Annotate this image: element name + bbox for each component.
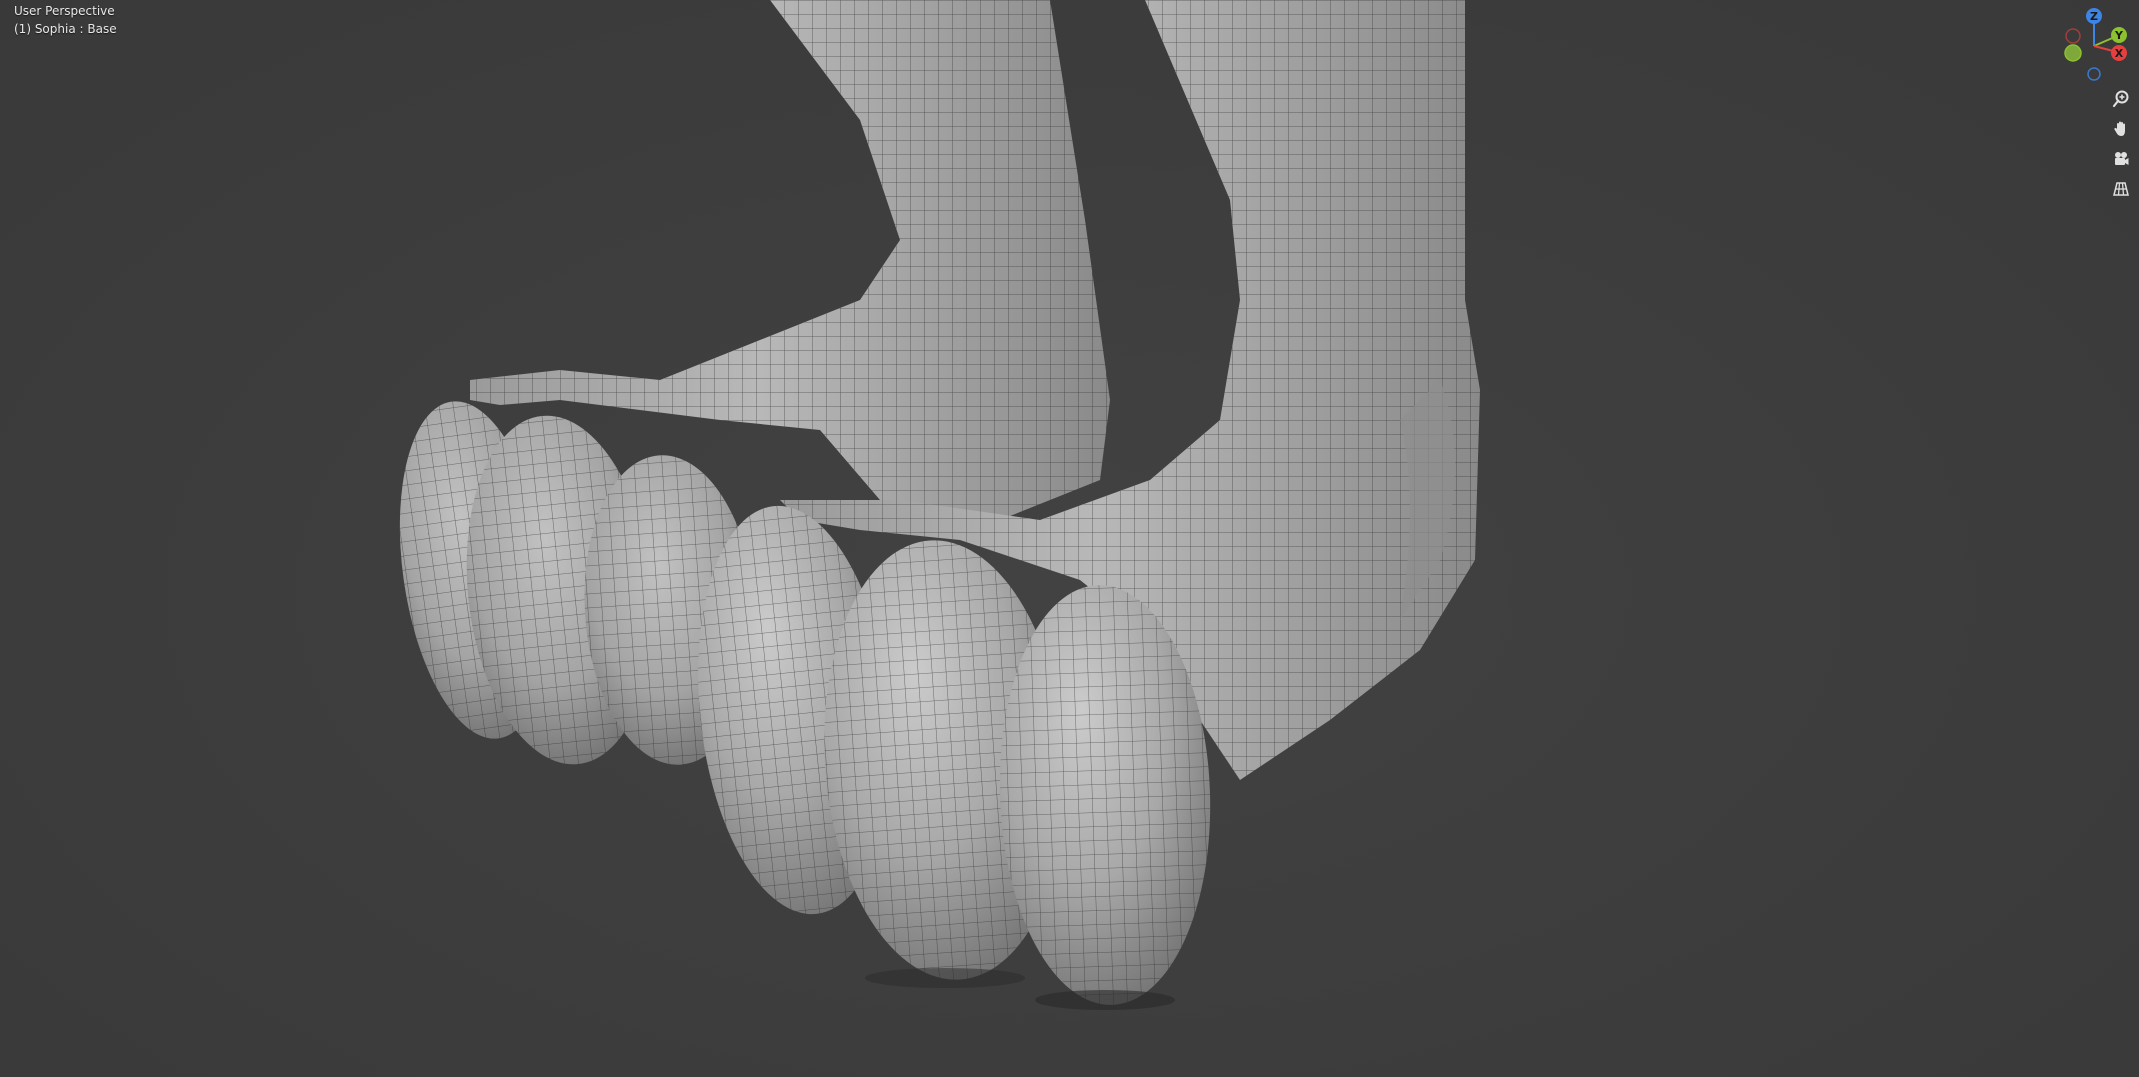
gizmo-x-label: X [2115, 47, 2124, 60]
ortho-toggle-button[interactable] [2108, 176, 2134, 202]
gizmo-z-label: Z [2090, 10, 2098, 23]
3d-viewport[interactable]: User Perspective (1) Sophia : Base Z Y X [0, 0, 2139, 1077]
pan-button[interactable] [2108, 116, 2134, 142]
gizmo-neg-x-handle[interactable] [2065, 28, 2081, 44]
gizmo-y-label: Y [2114, 29, 2124, 42]
view-title: User Perspective [14, 4, 115, 18]
camera-view-button[interactable] [2108, 146, 2134, 172]
navigation-gizmo[interactable]: Z Y X [2060, 6, 2134, 82]
grid-ortho-icon [2113, 182, 2129, 196]
hand-pan-icon [2114, 121, 2125, 136]
active-object-info: (1) Sophia : Base [14, 22, 117, 36]
camera-view-icon [2115, 152, 2129, 165]
zoom-button[interactable] [2108, 86, 2134, 112]
gizmo-neg-z-handle[interactable] [2087, 67, 2101, 81]
gizmo-neg-y-handle[interactable] [2064, 44, 2082, 62]
mesh-object-sophia-feet[interactable] [0, 0, 2139, 1077]
zoom-icon [2112, 90, 2129, 108]
